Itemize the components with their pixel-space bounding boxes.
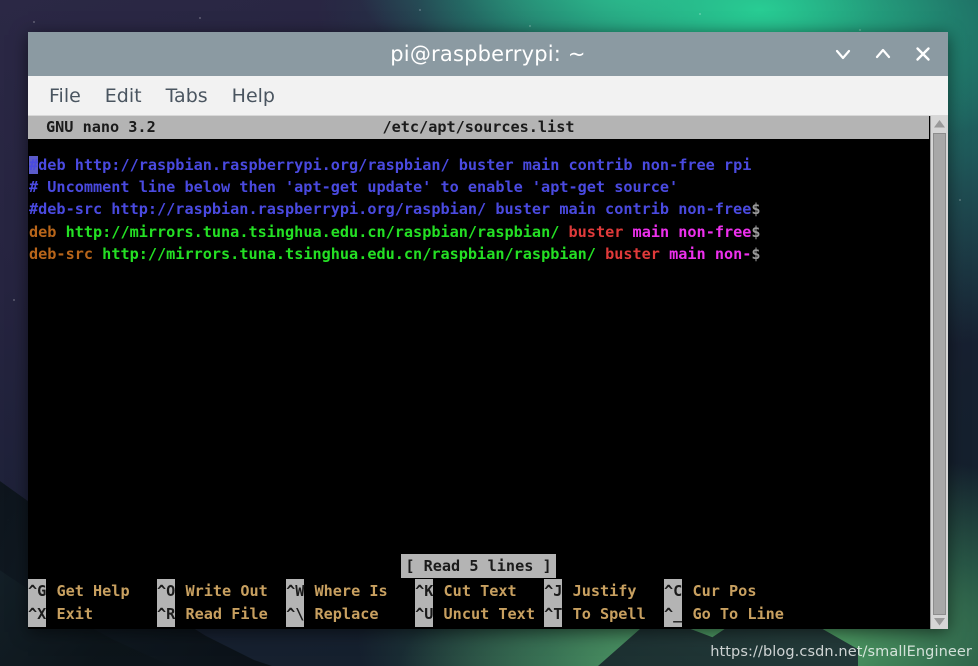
maximize-icon[interactable]	[872, 43, 894, 65]
menu-item-tabs[interactable]: Tabs	[155, 82, 219, 110]
nano-line-segment: buster	[605, 244, 660, 263]
close-icon[interactable]	[912, 43, 934, 65]
shortcut-item[interactable]: ^K Cut Text	[415, 579, 545, 604]
shortcut-key: ^K	[415, 579, 434, 604]
nano-line-segment: http://mirrors.tuna.tsinghua.edu.cn/rasp…	[102, 244, 596, 263]
nano-line-segment	[93, 245, 102, 263]
nano-line: deb http://mirrors.tuna.tsinghua.edu.cn/…	[28, 221, 929, 243]
nano-line-segment: #deb-src http://raspbian.raspberrypi.org…	[29, 200, 752, 219]
nano-editor[interactable]: GNU nano 3.2 /etc/apt/sources.list #deb …	[28, 116, 930, 629]
nano-line: #deb http://raspbian.raspberrypi.org/ras…	[28, 154, 929, 176]
shortcut-label: Where Is	[305, 582, 416, 601]
nano-status-row: [ Read 5 lines ]	[28, 553, 929, 579]
nano-line-segment	[56, 223, 65, 241]
nano-line-segment: main non-	[669, 244, 752, 263]
nano-line-segment: # Uncomment line below then 'apt-get upd…	[29, 178, 679, 197]
shortcut-label: Exit	[47, 605, 158, 624]
shortcut-item[interactable]: ^G Get Help	[28, 579, 158, 604]
minimize-icon[interactable]	[832, 43, 854, 65]
shortcut-key: ^C	[664, 579, 683, 604]
scroll-down-icon[interactable]	[931, 614, 948, 629]
shortcut-item[interactable]: ^U Uncut Text	[415, 602, 545, 627]
nano-line-segment: buster	[568, 222, 624, 241]
nano-filename: /etc/apt/sources.list	[382, 118, 575, 136]
shortcut-key: ^W	[286, 579, 305, 604]
nano-line-segment	[623, 223, 632, 241]
shortcut-label: Cut Text	[434, 582, 545, 601]
scroll-up-icon[interactable]	[931, 116, 948, 131]
nano-line: # Uncomment line below then 'apt-get upd…	[28, 176, 929, 198]
shortcut-key: ^R	[157, 602, 176, 627]
nano-line: #deb-src http://raspbian.raspberrypi.org…	[28, 198, 929, 220]
nano-line-segment	[559, 223, 568, 241]
shortcut-item[interactable]: ^X Exit	[28, 602, 158, 627]
shortcut-item[interactable]: ^T To Spell	[544, 602, 665, 627]
menu-bar: File Edit Tabs Help	[28, 76, 948, 116]
menu-item-file[interactable]: File	[38, 82, 92, 110]
shortcut-label: Cur Pos	[683, 582, 775, 601]
shortcut-key: ^X	[28, 602, 47, 627]
nano-line-segment	[660, 245, 669, 263]
shortcut-item[interactable]: ^W Where Is	[286, 579, 416, 604]
shortcut-row-1: ^G Get Help ^O Write Out ^W Where Is ^K …	[28, 579, 929, 604]
window-titlebar[interactable]: pi@raspberrypi: ~	[28, 32, 948, 76]
shortcut-item[interactable]: ^J Justify	[544, 579, 665, 604]
shortcut-item[interactable]: ^\ Replace	[286, 602, 416, 627]
nano-header-bar: GNU nano 3.2 /etc/apt/sources.list	[28, 116, 929, 139]
shortcut-label: Go To Line	[683, 605, 784, 624]
nano-text-area[interactable]: #deb http://raspbian.raspberrypi.org/ras…	[28, 139, 929, 554]
terminal-scrollbar[interactable]	[930, 116, 948, 629]
nano-line-segment: $	[751, 244, 761, 263]
window-title: pi@raspberrypi: ~	[390, 42, 586, 66]
shortcut-label: To Spell	[563, 605, 665, 624]
shortcut-key: ^G	[28, 579, 47, 604]
shortcut-key: ^O	[157, 579, 176, 604]
watermark-text: https://blog.csdn.net/smallEngineer	[710, 644, 972, 660]
shortcut-label: Justify	[563, 582, 665, 601]
nano-line-segment: deb	[29, 222, 57, 241]
shortcut-key: ^U	[415, 602, 434, 627]
shortcut-item[interactable]: ^O Write Out	[157, 579, 287, 604]
menu-item-help[interactable]: Help	[221, 82, 286, 110]
shortcut-label: Get Help	[47, 582, 158, 601]
terminal-body: GNU nano 3.2 /etc/apt/sources.list #deb …	[28, 116, 948, 629]
nano-line-segment	[596, 245, 605, 263]
nano-line-segment: $	[751, 222, 761, 241]
shortcut-key: ^J	[544, 579, 563, 604]
status-badge: [ Read 5 lines ]	[401, 553, 556, 579]
shortcut-label: Replace	[305, 605, 416, 624]
nano-line-segment: deb-src	[29, 244, 94, 263]
nano-line-segment: main non-free	[632, 222, 752, 241]
nano-line-segment: http://mirrors.tuna.tsinghua.edu.cn/rasp…	[65, 222, 560, 241]
shortcut-label: Write Out	[176, 582, 287, 601]
nano-line-segment: #	[29, 156, 39, 174]
shortcut-key: ^\	[286, 602, 305, 627]
nano-line-segment: deb http://raspbian.raspberrypi.org/rasp…	[38, 156, 752, 174]
shortcut-item[interactable]: ^C Cur Pos	[664, 579, 775, 604]
window-controls	[832, 32, 934, 76]
shortcut-key: ^_	[664, 602, 683, 627]
shortcut-row-2: ^X Exit ^R Read File ^\ Replace ^U Uncut…	[28, 602, 929, 627]
shortcut-key: ^T	[544, 602, 563, 627]
terminal-window: pi@raspberrypi: ~ File Edit Tabs Help GN…	[28, 32, 948, 629]
shortcut-item[interactable]: ^R Read File	[157, 602, 287, 627]
nano-line: deb-src http://mirrors.tuna.tsinghua.edu…	[28, 243, 929, 265]
scrollbar-thumb[interactable]	[933, 133, 946, 615]
nano-shortcut-bar: ^G Get Help ^O Write Out ^W Where Is ^K …	[28, 579, 929, 629]
scrollbar-track[interactable]	[931, 131, 948, 615]
nano-line-segment: $	[751, 200, 761, 219]
menu-item-edit[interactable]: Edit	[94, 82, 153, 110]
shortcut-label: Uncut Text	[434, 605, 545, 624]
shortcut-label: Read File	[176, 605, 287, 624]
shortcut-item[interactable]: ^_ Go To Line	[664, 602, 784, 627]
